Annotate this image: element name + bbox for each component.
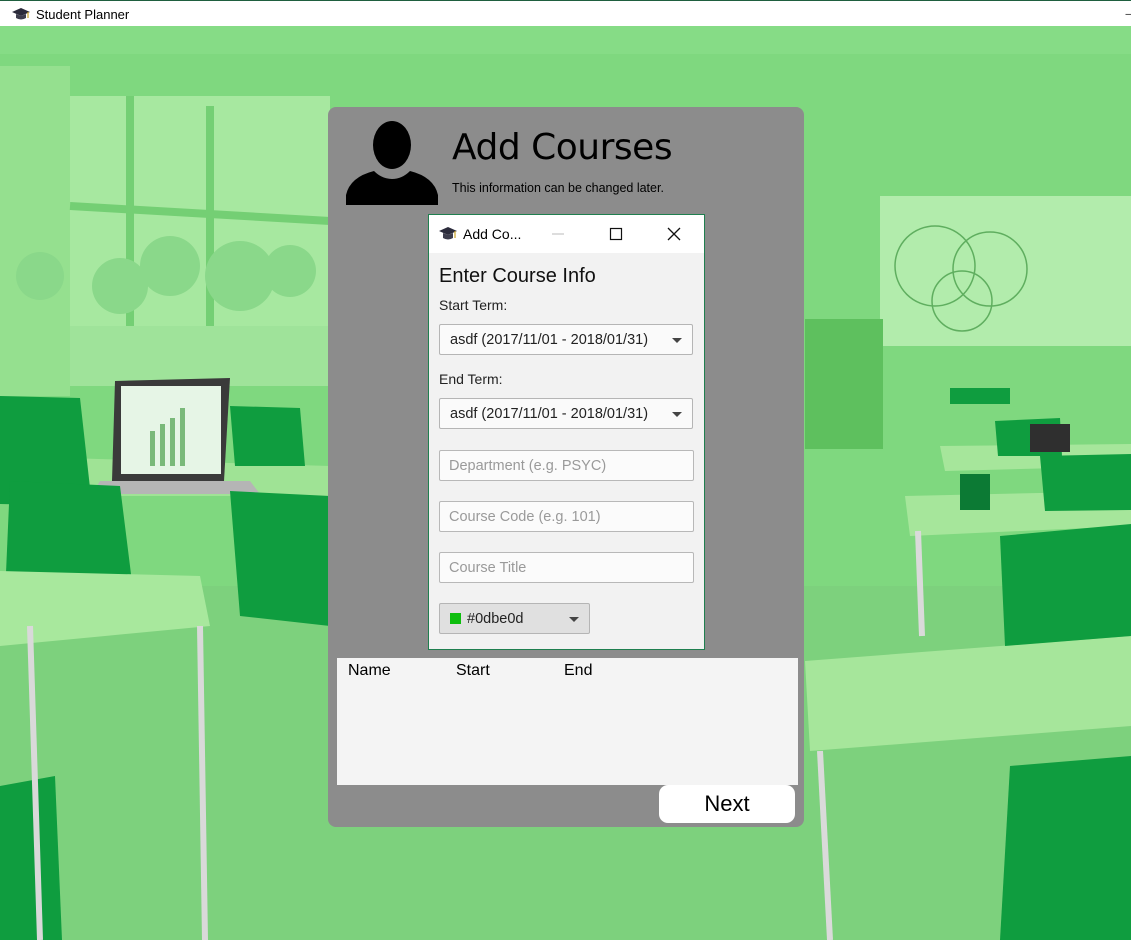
minimize-icon — [552, 233, 564, 235]
dialog-titlebar[interactable]: Add Co... — [429, 215, 704, 253]
chevron-down-icon — [569, 617, 579, 622]
column-header-start[interactable]: Start — [456, 662, 490, 680]
column-header-name[interactable]: Name — [348, 662, 391, 680]
dialog-heading: Enter Course Info — [439, 265, 596, 287]
course-table[interactable]: Name Start End — [337, 658, 798, 785]
chevron-down-icon — [672, 412, 682, 417]
start-term-label: Start Term: — [439, 297, 508, 313]
graduation-cap-icon — [438, 226, 458, 247]
window-edge-mark: – — [1125, 9, 1131, 20]
end-term-select[interactable]: asdf (2017/11/01 - 2018/01/31) — [439, 398, 693, 429]
end-term-label: End Term: — [439, 371, 503, 387]
end-term-value: asdf (2017/11/01 - 2018/01/31) — [450, 406, 649, 422]
close-button[interactable] — [651, 215, 697, 253]
column-header-end[interactable]: End — [564, 662, 592, 680]
page-title: Add Courses — [452, 127, 673, 168]
add-course-dialog: Add Co... Enter Course Info Start Term: … — [428, 214, 705, 650]
start-term-value: asdf (2017/11/01 - 2018/01/31) — [450, 332, 649, 348]
color-swatch — [450, 613, 461, 624]
graduation-cap-icon — [11, 7, 31, 26]
app-titlebar: Student Planner – — [0, 0, 1131, 26]
close-icon — [667, 227, 681, 241]
maximize-button[interactable] — [593, 215, 639, 253]
department-input[interactable] — [439, 450, 694, 481]
window-title: Student Planner — [36, 7, 130, 22]
maximize-icon — [609, 227, 623, 241]
color-picker[interactable]: #0dbe0d — [439, 603, 590, 634]
start-term-select[interactable]: asdf (2017/11/01 - 2018/01/31) — [439, 324, 693, 355]
page-subtitle: This information can be changed later. — [452, 181, 664, 195]
person-silhouette-icon — [346, 119, 438, 210]
minimize-button[interactable] — [535, 215, 581, 253]
dialog-title: Add Co... — [463, 226, 522, 242]
course-title-input[interactable] — [439, 552, 694, 583]
course-code-input[interactable] — [439, 501, 694, 532]
chevron-down-icon — [672, 338, 682, 343]
next-button[interactable]: Next — [659, 785, 795, 823]
color-value: #0dbe0d — [467, 611, 524, 627]
